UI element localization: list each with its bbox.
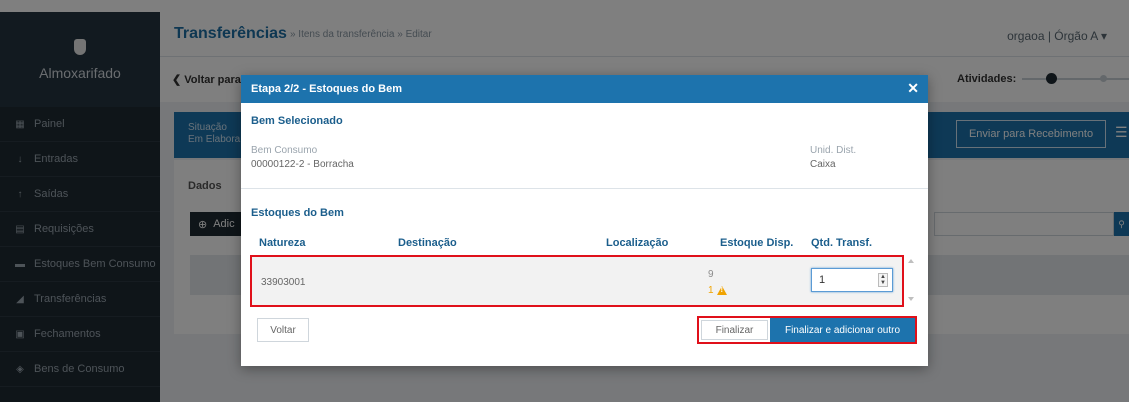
- stocks-title: Estoques do Bem: [251, 207, 344, 219]
- cell-natureza: 33903001: [261, 277, 306, 288]
- warning-icon: [716, 286, 727, 295]
- close-icon[interactable]: ✕: [907, 81, 919, 95]
- unid-dist-label: Unid. Dist.: [810, 145, 857, 156]
- column-header-qtd: Qtd. Transf.: [811, 237, 873, 249]
- section-divider: [241, 188, 928, 189]
- cell-estoque: 9: [708, 269, 714, 280]
- finish-and-add-button[interactable]: Finalizar e adicionar outro: [770, 318, 915, 342]
- stock-warning: 1: [708, 285, 727, 296]
- warning-count: 1: [708, 285, 714, 296]
- spinner-arrows-icon[interactable]: ▲ ▼: [878, 273, 888, 287]
- scroll-up-icon[interactable]: [908, 259, 914, 263]
- quantity-stepper[interactable]: 1 ▲ ▼: [811, 268, 893, 292]
- back-button[interactable]: Voltar: [257, 318, 309, 342]
- stocks-modal: Etapa 2/2 - Estoques do Bem ✕ Bem Seleci…: [241, 75, 928, 366]
- bem-consumo-label: Bem Consumo: [251, 145, 318, 156]
- table-scrollbar[interactable]: [905, 255, 917, 307]
- finish-button[interactable]: Finalizar: [701, 320, 768, 340]
- column-header-destinacao: Destinação: [398, 237, 457, 249]
- unid-dist-value: Caixa: [810, 159, 836, 170]
- column-header-localizacao: Localização: [606, 237, 669, 249]
- bem-consumo-value: 00000122-2 - Borracha: [251, 159, 354, 170]
- quantity-value: 1: [819, 274, 826, 286]
- selected-item-title: Bem Selecionado: [251, 115, 343, 127]
- column-header-estoque: Estoque Disp.: [720, 237, 794, 249]
- table-row: 33903001 9 1 1 ▲▼: [250, 255, 904, 307]
- scroll-down-icon[interactable]: [908, 297, 914, 301]
- modal-title: Etapa 2/2 - Estoques do Bem: [251, 83, 402, 95]
- column-header-natureza: Natureza: [259, 237, 306, 249]
- finish-actions-highlight: Finalizar Finalizar e adicionar outro: [697, 316, 917, 344]
- modal-header: Etapa 2/2 - Estoques do Bem: [241, 75, 928, 103]
